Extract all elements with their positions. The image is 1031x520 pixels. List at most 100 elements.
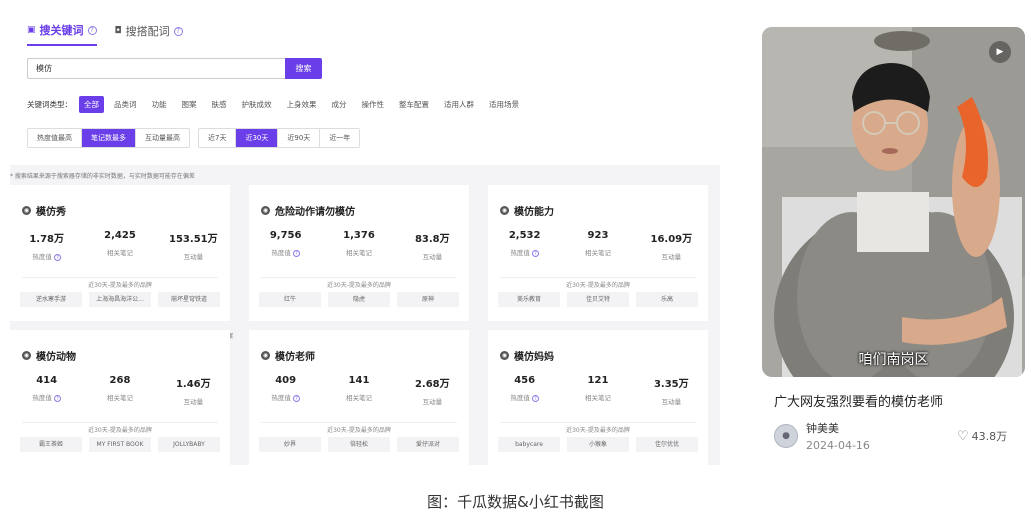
- keyword-icon: ◉: [22, 206, 31, 215]
- keyword-card[interactable]: ◉ 危险动作请勿模仿 9,756 热度值 ? 1,376 相关笔记 83.8万 互动量近30天…: [249, 185, 469, 321]
- help-icon[interactable]: ?: [173, 26, 183, 36]
- interact-label: 互动量: [183, 398, 204, 406]
- card-metrics: 9,756 热度值 ? 1,376 相关笔记 83.8万 互动量: [249, 230, 469, 261]
- post-title[interactable]: 广大网友强烈要看的模仿老师: [774, 391, 943, 410]
- card-title-text: 模仿妈妈: [514, 352, 554, 363]
- author-name[interactable]: 钟美美: [806, 420, 870, 436]
- brand-chip[interactable]: MY FIRST BOOK: [89, 437, 151, 452]
- interact-value: 2.68万: [414, 379, 450, 390]
- brand-chip[interactable]: 佳贝艾特: [567, 292, 629, 307]
- card-title-text: 模仿能力: [514, 207, 554, 218]
- keyword-type-chip[interactable]: 肤感: [207, 96, 232, 113]
- brand-chip[interactable]: 逆水寒手游: [20, 292, 82, 307]
- brand-chip[interactable]: 红牛: [259, 292, 321, 307]
- brand-header: 近30天-提及最多的品牌: [261, 422, 457, 434]
- sort-segmented-control: 热度值最高 笔记数最多 互动量最高: [27, 128, 190, 148]
- brand-chip[interactable]: 倍轻松: [328, 437, 390, 452]
- heat-value: 1.78万: [29, 234, 64, 245]
- brand-header: 近30天-提及最多的品牌: [500, 422, 696, 434]
- help-icon[interactable]: ?: [53, 254, 61, 261]
- keyword-card[interactable]: ◉ 模仿秀 1.78万 热度值 ? 2,425 相关笔记 153.51万 互动量 近30天-提及…: [10, 185, 230, 321]
- notes-label: 相关笔记: [106, 394, 133, 402]
- keyword-type-chip[interactable]: 上身效果: [282, 96, 322, 113]
- like-count: 43.8万: [971, 430, 1008, 443]
- tab-search-pairing[interactable]: ◘ 搜搭配词 ?: [115, 22, 183, 46]
- search-input[interactable]: [27, 58, 285, 79]
- brand-chip[interactable]: 乐高: [636, 292, 698, 307]
- brand-chip[interactable]: 崩坏星穹铁道: [158, 292, 220, 307]
- keyword-card[interactable]: ◉ 模仿老师 409 热度值 ? 141 相关笔记 2.68万 互动量 近30天-提及最多的品牌…: [249, 330, 469, 466]
- brand-list: 逆水寒手游 上海海昌海洋公... 崩坏星穹铁道: [20, 292, 220, 307]
- notes-value: 2,425: [104, 230, 136, 241]
- sort-option[interactable]: 互动量最高: [136, 129, 189, 147]
- notes-label: 相关笔记: [106, 249, 133, 257]
- brand-chip[interactable]: 隐虎: [328, 292, 390, 307]
- video-cover[interactable]: ▶ 咱们南岗区: [762, 27, 1025, 377]
- time-option[interactable]: 近30天: [236, 129, 279, 147]
- keyword-type-chip[interactable]: 全部: [79, 96, 104, 113]
- tab-search-keyword[interactable]: ▣ 搜关键词 ?: [27, 22, 97, 46]
- brand-chip[interactable]: 霸王茶姬: [20, 437, 82, 452]
- keyword-type-chip[interactable]: 品类词: [109, 96, 142, 113]
- keyword-type-chip[interactable]: 功能: [147, 96, 172, 113]
- post-date: 2024-04-16: [806, 439, 870, 452]
- brand-chip[interactable]: babycare: [498, 437, 560, 452]
- keyword-icon: ◉: [500, 206, 509, 215]
- keyword-type-chip[interactable]: 成分: [327, 96, 352, 113]
- keyword-type-chip[interactable]: 整车配置: [394, 96, 434, 113]
- brand-header: 近30天-提及最多的品牌: [22, 277, 218, 289]
- help-icon[interactable]: ?: [292, 395, 300, 402]
- card-title[interactable]: ◉ 模仿老师: [261, 348, 315, 363]
- card-title[interactable]: ◉ 模仿能力: [500, 203, 554, 218]
- help-icon[interactable]: ?: [53, 395, 61, 402]
- help-icon[interactable]: ?: [531, 395, 539, 402]
- brand-chip[interactable]: 上海海昌海洋公...: [89, 292, 151, 307]
- keyword-card[interactable]: ◉ 模仿动物 414 热度值 ? 268 相关笔记 1.46万 互动量 近30天-提及最多的品牌…: [10, 330, 230, 466]
- brand-header: 近30天-提及最多的品牌: [22, 422, 218, 434]
- time-option[interactable]: 近7天: [199, 129, 237, 147]
- notes-label: 相关笔记: [345, 249, 372, 257]
- help-icon[interactable]: ?: [531, 250, 539, 257]
- keyword-card[interactable]: ◉ 模仿妈妈 456 热度值 ? 121 相关笔记 3.35万 互动量 近30天-提及最多的品牌…: [488, 330, 708, 466]
- brand-chip[interactable]: 小猴象: [567, 437, 629, 452]
- card-title[interactable]: ◉ 模仿动物: [22, 348, 76, 363]
- search-button[interactable]: 搜索: [285, 58, 322, 79]
- heat-label: 热度值: [32, 253, 52, 261]
- brand-chip[interactable]: 妙界: [259, 437, 321, 452]
- sort-option[interactable]: 热度值最高: [28, 129, 82, 147]
- play-icon[interactable]: ▶: [989, 41, 1011, 63]
- interact-value: 1.46万: [175, 379, 211, 390]
- help-icon[interactable]: ?: [87, 25, 97, 35]
- keyword-card[interactable]: ◉ 模仿能力 2,532 热度值 ? 923 相关笔记 16.09万 互动量 近30天-提及最多…: [488, 185, 708, 321]
- interact-label: 互动量: [422, 253, 443, 261]
- card-title[interactable]: ◉ 模仿秀: [22, 203, 66, 218]
- keyword-type-filter: 关键词类型： 全部 品类词 功能 图案 肤感 护肤成效 上身效果 成分 操作性 整车配置 适用人群适…: [27, 96, 524, 113]
- avatar[interactable]: ●: [774, 424, 798, 448]
- card-title[interactable]: ◉ 模仿妈妈: [500, 348, 554, 363]
- notes-value: 141: [348, 375, 370, 386]
- brand-chip[interactable]: JOLLYBABY: [158, 437, 220, 452]
- keyword-type-chip[interactable]: 护肤成效: [237, 96, 277, 113]
- keyword-type-chip[interactable]: 图案: [177, 96, 202, 113]
- card-title[interactable]: ◉ 危险动作请勿模仿: [261, 203, 355, 218]
- card-title-text: 模仿老师: [275, 352, 315, 363]
- brand-header: 近30天-提及最多的品牌: [261, 277, 457, 289]
- notes-label: 相关笔记: [584, 249, 611, 257]
- sort-option[interactable]: 笔记数最多: [82, 129, 136, 147]
- help-icon[interactable]: ?: [292, 250, 300, 257]
- interact-value: 16.09万: [650, 234, 693, 245]
- keyword-type-chip[interactable]: 适用场景: [484, 96, 524, 113]
- keyword-type-chip[interactable]: 适用人群: [439, 96, 479, 113]
- like-button[interactable]: ♡ 43.8万: [957, 428, 1007, 444]
- brand-chip[interactable]: 美乐教育: [498, 292, 560, 307]
- time-option[interactable]: 近一年: [320, 129, 359, 147]
- keyword-type-chip[interactable]: 操作性: [357, 96, 390, 113]
- brand-chip[interactable]: 佳尔优优: [636, 437, 698, 452]
- filter-row: 热度值最高 笔记数最多 互动量最高 近7天 近30天 近90天 近一年: [27, 128, 361, 148]
- brand-chip[interactable]: 原神: [397, 292, 459, 307]
- figure-caption: 图：千瓜数据&小红书截图: [427, 493, 604, 511]
- time-option[interactable]: 近90天: [278, 129, 321, 147]
- brand-chip[interactable]: 爱仔派对: [397, 437, 459, 452]
- author-info[interactable]: ● 钟美美 2024-04-16: [774, 420, 870, 452]
- brand-list: babycare 小猴象 佳尔优优: [498, 437, 698, 452]
